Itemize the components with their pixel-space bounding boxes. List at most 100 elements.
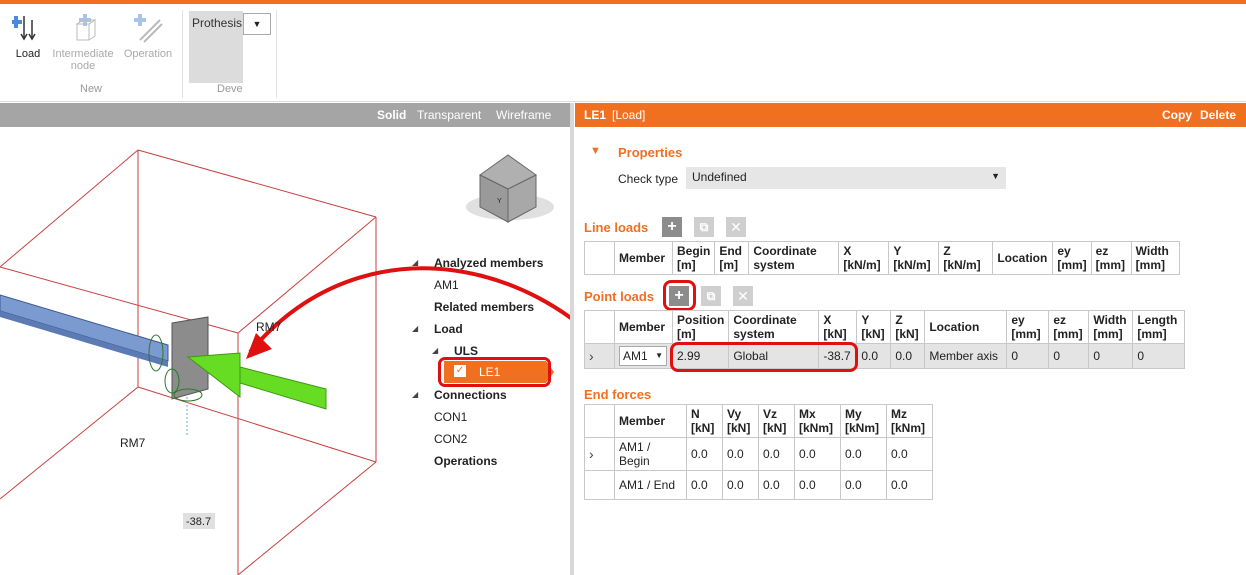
load-label: Load <box>15 48 41 60</box>
copy-button[interactable]: Copy <box>1162 108 1192 122</box>
member-label-rm7: RM7 <box>120 436 146 450</box>
width-cell[interactable]: 0 <box>1088 343 1134 369</box>
view-mode-bar: Solid Transparent Wireframe <box>0 103 570 127</box>
col-header: Location <box>992 241 1054 275</box>
view-solid-button[interactable]: Solid <box>377 108 406 122</box>
chevron-down-icon: ▼ <box>655 351 663 360</box>
ey-cell[interactable]: 0 <box>1006 343 1050 369</box>
z-cell[interactable]: 0.0 <box>890 343 926 369</box>
point-load-arrow[interactable] <box>186 352 327 410</box>
delete-line-load-button[interactable]: ✕ <box>726 217 746 237</box>
operation-icon <box>134 14 163 43</box>
length-cell[interactable]: 0 <box>1132 343 1186 369</box>
tree-node-related-members[interactable]: Related members <box>434 300 534 314</box>
panel-splitter[interactable] <box>570 103 574 575</box>
tree-node-load[interactable]: ◢ Load <box>412 322 463 336</box>
expand-icon: ◢ <box>412 258 419 267</box>
x-cell[interactable]: -38.7 <box>818 343 858 369</box>
vz-cell: 0.0 <box>758 470 795 500</box>
tree-node-uls[interactable]: ◢ ULS <box>432 344 478 358</box>
col-header: Y [kN] <box>856 310 892 344</box>
tree-item-am1[interactable]: AM1 <box>434 278 459 292</box>
tree-item-con2[interactable]: CON2 <box>434 432 467 446</box>
operation-button[interactable]: Operation <box>118 12 178 60</box>
member-cell[interactable]: AM1 ▼ <box>614 343 673 369</box>
col-header: ey [mm] <box>1006 310 1050 344</box>
intermediate-node-label: Intermediate node <box>52 48 114 72</box>
point-loads-title: Point loads <box>584 289 655 304</box>
vz-cell: 0.0 <box>758 437 795 471</box>
chevron-right-icon[interactable]: › <box>584 437 615 471</box>
table-row[interactable]: AM1 / End 0.0 0.0 0.0 0.0 0.0 0.0 <box>584 470 933 500</box>
col-header: Member <box>614 241 673 275</box>
col-header: Mz [kNm] <box>886 404 933 438</box>
copy-point-load-button[interactable]: ⧉ <box>701 286 721 306</box>
col-header: Begin [m] <box>671 241 716 275</box>
col-header: ey [mm] <box>1052 241 1092 275</box>
member-select[interactable]: AM1 ▼ <box>619 346 667 366</box>
tree-node-operations[interactable]: Operations <box>434 454 497 468</box>
check-type-select[interactable]: Undefined ▼ <box>686 167 1006 189</box>
ez-cell[interactable]: 0 <box>1048 343 1090 369</box>
load-button[interactable]: Load <box>8 12 48 60</box>
load-icon <box>12 16 36 41</box>
position-cell[interactable]: 2.99 <box>671 343 730 369</box>
view-wireframe-button[interactable]: Wireframe <box>496 108 551 122</box>
prothesis-box[interactable]: Prothesis <box>189 11 243 83</box>
view-transparent-button[interactable]: Transparent <box>417 108 481 122</box>
chevron-down-icon: ▼ <box>991 171 1000 181</box>
svg-text:Y: Y <box>497 198 502 205</box>
add-point-load-button[interactable]: + <box>669 286 689 306</box>
intermediate-node-button[interactable]: Intermediate node <box>48 12 118 72</box>
mx-cell: 0.0 <box>794 437 841 471</box>
col-header: Coordinate system <box>748 241 840 275</box>
add-line-load-button[interactable]: + <box>662 217 682 237</box>
location-cell[interactable]: Member axis <box>924 343 1008 369</box>
load-value-label: -38.7 <box>186 516 211 528</box>
mz-cell: 0.0 <box>886 470 933 500</box>
row-expander-cell <box>584 470 615 500</box>
member-label-rm7: RM7 <box>256 320 282 334</box>
col-header: N [kN] <box>686 404 723 438</box>
table-row[interactable]: › AM1 ▼ 2.99 Global -38.7 0.0 0.0 Member… <box>584 343 1186 369</box>
col-header: Mx [kNm] <box>794 404 841 438</box>
col-header: Location <box>924 310 1008 344</box>
row-expander-header <box>584 241 615 275</box>
intermediate-node-icon <box>75 14 97 41</box>
expand-icon: ◢ <box>412 324 419 333</box>
annotation-arrow <box>248 266 570 354</box>
prothesis-dropdown[interactable]: ▼ <box>243 13 271 35</box>
n-cell: 0.0 <box>686 437 723 471</box>
col-header: Member <box>614 404 687 438</box>
view-cube-widget[interactable]: Y <box>466 154 554 223</box>
tree-item-con1[interactable]: CON1 <box>434 410 467 424</box>
col-header: Member <box>614 310 673 344</box>
row-expander-header <box>584 404 615 438</box>
col-header: X [kN] <box>818 310 858 344</box>
tree-node-analyzed-members[interactable]: ◢ Analyzed members <box>412 256 543 270</box>
vy-cell: 0.0 <box>722 437 759 471</box>
coord-system-cell[interactable]: Global <box>728 343 820 369</box>
tree-node-connections[interactable]: ◢ Connections <box>412 388 507 402</box>
col-header: Y [kN/m] <box>888 241 940 275</box>
mz-cell: 0.0 <box>886 437 933 471</box>
col-header: My [kNm] <box>840 404 887 438</box>
member-cell: AM1 / Begin <box>614 437 687 471</box>
col-header: Vz [kN] <box>758 404 795 438</box>
n-cell: 0.0 <box>686 470 723 500</box>
col-header: Length [mm] <box>1132 310 1186 344</box>
col-header: Vy [kN] <box>722 404 759 438</box>
member-cell: AM1 / End <box>614 470 687 500</box>
y-cell[interactable]: 0.0 <box>856 343 892 369</box>
table-row[interactable]: › AM1 / Begin 0.0 0.0 0.0 0.0 0.0 0.0 <box>584 437 933 471</box>
col-header: Width [mm] <box>1088 310 1134 344</box>
ribbon-separator <box>276 10 277 98</box>
properties-title: Properties <box>618 145 683 160</box>
chevron-right-icon[interactable]: › <box>584 343 615 369</box>
delete-point-load-button[interactable]: ✕ <box>733 286 753 306</box>
member-beam[interactable] <box>0 294 169 362</box>
collapse-icon[interactable]: ▼ <box>590 145 601 157</box>
delete-button[interactable]: Delete <box>1200 108 1236 122</box>
copy-line-load-button[interactable]: ⧉ <box>694 217 714 237</box>
model-3d-view[interactable]: Y RM7 RM7 -38.7 <box>0 127 570 575</box>
